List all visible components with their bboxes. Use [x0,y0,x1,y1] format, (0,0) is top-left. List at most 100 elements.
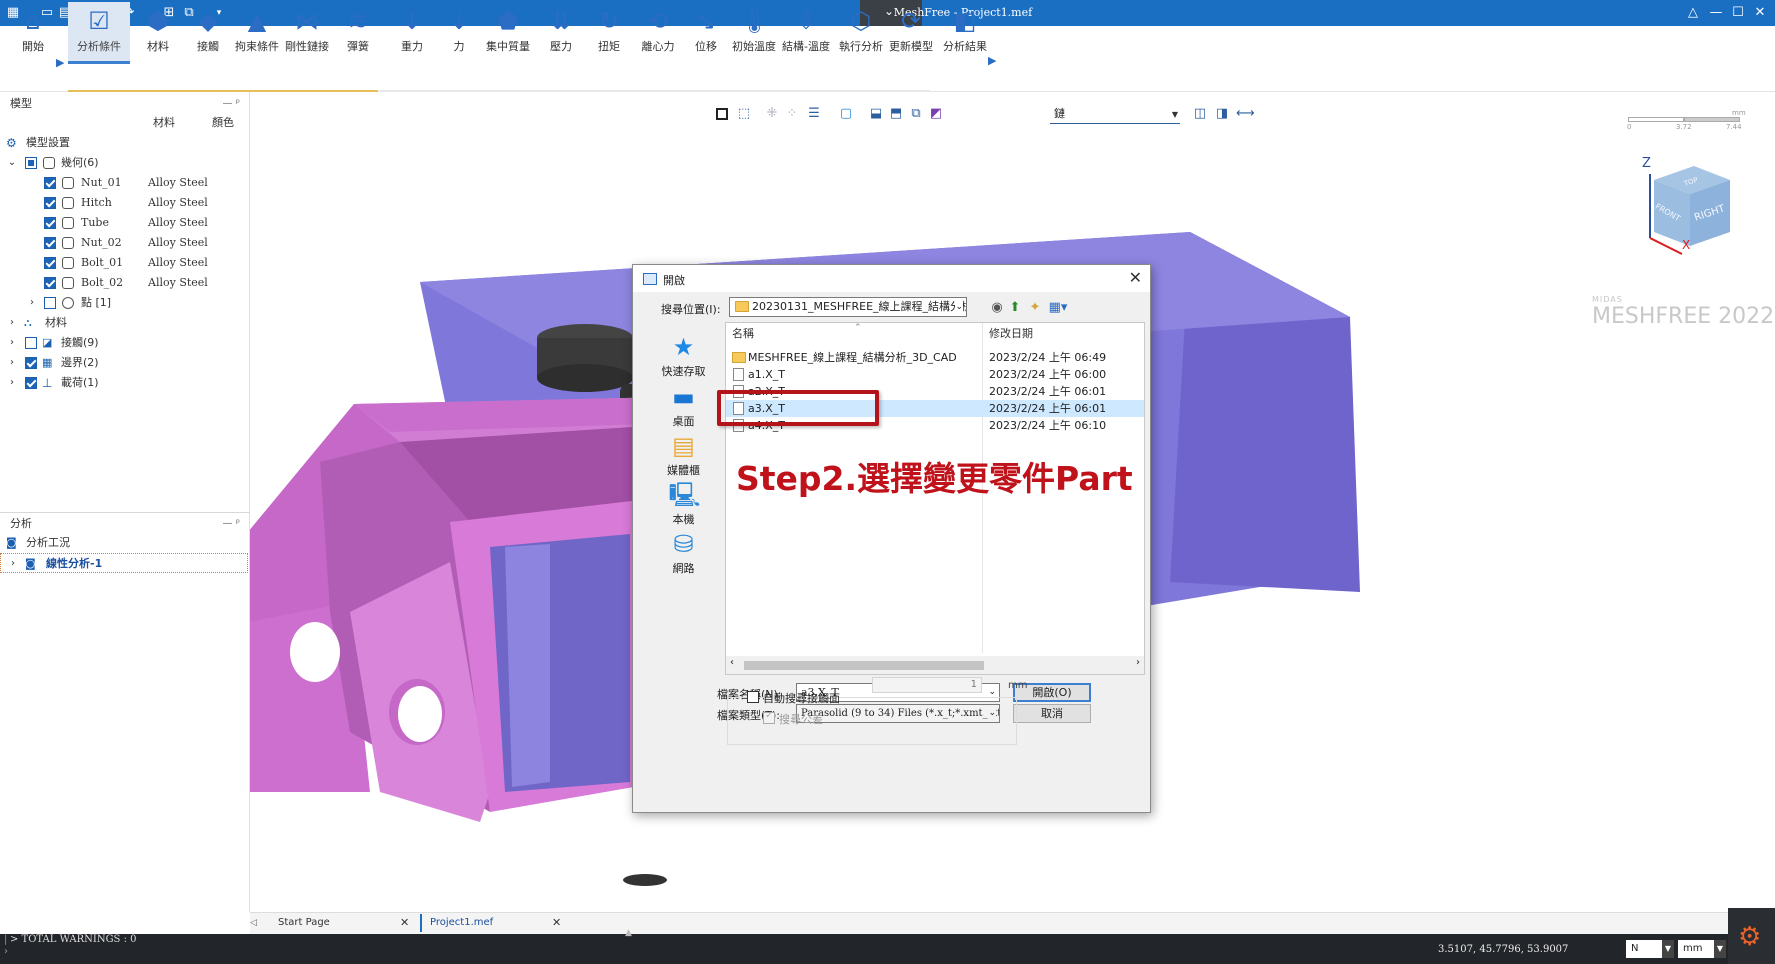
chevron-right-icon[interactable]: › [6,373,18,393]
tree-boundaries[interactable]: › ▦ 邊界(2) [0,353,250,373]
ribbon-update-model-button[interactable]: ⟳ 更新模型 [886,2,936,64]
scrollbar-thumb[interactable] [744,661,984,670]
split-view-icon[interactable]: ◨ [1214,106,1230,122]
tree-part-row[interactable]: Tube Alloy Steel [0,213,250,233]
look-in-select[interactable]: 20230131_MESHFREE_線上課程_結構分析 ⌄ [729,297,967,317]
zoom-window-icon[interactable]: ⁘ [784,106,800,122]
tree-loads[interactable]: › ⊥ 載荷(1) [0,373,250,393]
help-icon[interactable]: △ [1683,3,1703,23]
tree-part-row[interactable]: Bolt_02 Alloy Steel [0,273,250,293]
ribbon-home-button[interactable]: ⌂ 開始 [14,2,52,64]
place-libraries[interactable]: ▤ 媒體櫃 [641,432,726,478]
close-tab-icon[interactable]: ✕ [400,912,409,934]
ribbon-initial-temp-button[interactable]: 🌡 初始溫度 [730,2,778,64]
force-unit-select[interactable]: N ▼ [1626,940,1674,958]
auto-search-checkbox[interactable] [747,691,759,703]
tree-analysis-cases[interactable]: ◙ 分析工況 [0,533,250,553]
view-box-icon[interactable] [716,108,728,120]
ribbon-point-mass-button[interactable]: ⬟ 集中質量 [484,2,532,64]
ribbon-contact-button[interactable]: ◆ 接觸 [188,2,228,64]
color-icon[interactable]: ◩ [928,106,944,122]
ribbon-gravity-button[interactable]: ↓ 重力 [392,2,432,64]
ribbon-pressure-button[interactable]: ⇊ 壓力 [544,2,578,64]
ribbon-rigid-link-button[interactable]: ⋈ 剛性鏈接 [284,2,330,64]
zoom-fit-icon[interactable]: ⁜ [764,106,780,122]
tree-analysis-case-linear[interactable]: › ◙ 線性分析-1 [0,553,248,573]
view-mode-select[interactable]: 鏈 ▼ [1050,106,1180,124]
ribbon-results-button[interactable]: ◧ 分析結果 [940,2,990,64]
ribbon-run-analysis-button[interactable]: ⬡ 執行分析 [836,2,886,64]
back-icon[interactable]: ◉ [989,301,1005,317]
show-icon[interactable]: ⬓ [868,106,884,122]
column-date-header[interactable]: 修改日期 [989,323,1033,345]
contacts-checkbox[interactable] [25,337,37,349]
ribbon-force-button[interactable]: ⇣ 力 [444,2,474,64]
tab-scroll-left-icon[interactable]: ◁ [250,912,257,934]
isolate-icon[interactable]: ⧉ [908,106,924,122]
chevron-right-icon[interactable]: › [26,293,38,313]
part-visibility-checkbox[interactable] [44,217,56,229]
pin-icon[interactable]: — ᵖ [223,514,240,534]
maximize-button[interactable]: ☐ [1728,3,1748,23]
up-folder-icon[interactable]: ⬆ [1007,301,1023,317]
part-visibility-checkbox[interactable] [44,237,56,249]
place-this-pc[interactable]: 🖳 本機 [641,481,726,527]
ribbon-spring-button[interactable]: ≋ 彈簧 [340,2,376,64]
ribbon-torque-button[interactable]: ↻ 扭矩 [592,2,626,64]
scroll-left-icon[interactable]: ‹ [730,657,734,668]
hide-icon[interactable]: ⬒ [888,106,904,122]
chevron-down-icon[interactable]: ⌄ [6,153,18,173]
tree-model-settings[interactable]: ⚙ 模型設置 [0,133,250,153]
close-button[interactable]: ✕ [1750,3,1770,23]
geometry-checkbox[interactable] [25,157,37,169]
tree-part-row[interactable]: Nut_02 Alloy Steel [0,233,250,253]
pin-icon[interactable]: — ᵖ [223,94,240,114]
file-row[interactable]: a1.X_T 2023/2/24 上午 06:00 [726,366,1144,383]
part-visibility-checkbox[interactable] [44,277,56,289]
minimize-button[interactable]: — [1706,3,1726,23]
horizontal-scrollbar[interactable]: ‹ › [726,656,1144,674]
tree-geometry[interactable]: ⌄ 幾何(6) [0,153,250,173]
tree-materials[interactable]: › ⛬ 材料 [0,313,250,333]
ribbon-struct-temp-button[interactable]: ⇩ 結構-溫度 [778,2,834,64]
chevron-right-icon[interactable]: › [6,333,18,353]
measure-icon[interactable]: ⟷ [1236,106,1255,122]
tab-start-page[interactable]: Start Page [278,912,330,934]
new-folder-icon[interactable]: ✦ [1027,301,1043,317]
place-network[interactable]: ⛁ 網路 [641,530,726,576]
view-cube[interactable]: Z X TOP FRONT RIGHT [1640,156,1740,260]
tree-part-row[interactable]: Bolt_01 Alloy Steel [0,253,250,273]
place-quick-access[interactable]: ★ 快速存取 [641,333,726,379]
ribbon-material-button[interactable]: ⬢ 材料 [138,2,178,64]
tree-part-row[interactable]: Nut_01 Alloy Steel [0,173,250,193]
section-icon[interactable]: ◫ [1192,106,1208,122]
chevron-right-icon[interactable]: › [6,313,18,333]
dialog-close-button[interactable]: ✕ [1129,268,1142,287]
length-unit-select[interactable]: mm ▼ [1678,940,1726,958]
list-icon[interactable]: ☰ [806,106,822,122]
tree-part-row[interactable]: Hitch Alloy Steel [0,193,250,213]
tree-contacts[interactable]: › ◪ 接觸(9) [0,333,250,353]
file-row[interactable]: MESHFREE_線上課程_結構分析_3D_CAD 2023/2/24 上午 06… [726,349,1144,366]
ribbon-constraint-button[interactable]: ▲ 拘束條件 [234,2,280,64]
column-name-header[interactable]: 名稱 [732,323,754,345]
close-tab-icon[interactable]: ✕ [552,912,561,934]
place-desktop[interactable]: ▬ 桌面 [641,383,726,429]
chevron-right-icon[interactable]: › [7,554,19,574]
view-menu-icon[interactable]: ▦▾ [1047,301,1069,317]
select-box-icon[interactable]: ⬚ [736,106,752,122]
part-visibility-checkbox[interactable] [44,197,56,209]
chevron-right-icon[interactable]: › [6,353,18,373]
settings-button[interactable]: ⚙ [1728,908,1775,964]
part-visibility-checkbox[interactable] [44,257,56,269]
expand-output-icon[interactable]: ▲ [625,928,632,938]
ribbon-centrifugal-button[interactable]: ⟲ 離心力 [636,2,680,64]
scroll-right-icon[interactable]: › [1136,657,1140,668]
ribbon-more-arrow-icon[interactable]: ▶ [988,54,996,67]
tab-project1[interactable]: Project1.mef [430,912,493,934]
ribbon-displacement-button[interactable]: ↘ 位移 [688,2,724,64]
boundaries-checkbox[interactable] [25,357,37,369]
tree-points[interactable]: › 點 [1] [0,293,250,313]
cancel-button[interactable]: 取消 [1013,704,1091,723]
ribbon-analysis-condition-button[interactable]: ☑ 分析條件 [68,2,130,64]
